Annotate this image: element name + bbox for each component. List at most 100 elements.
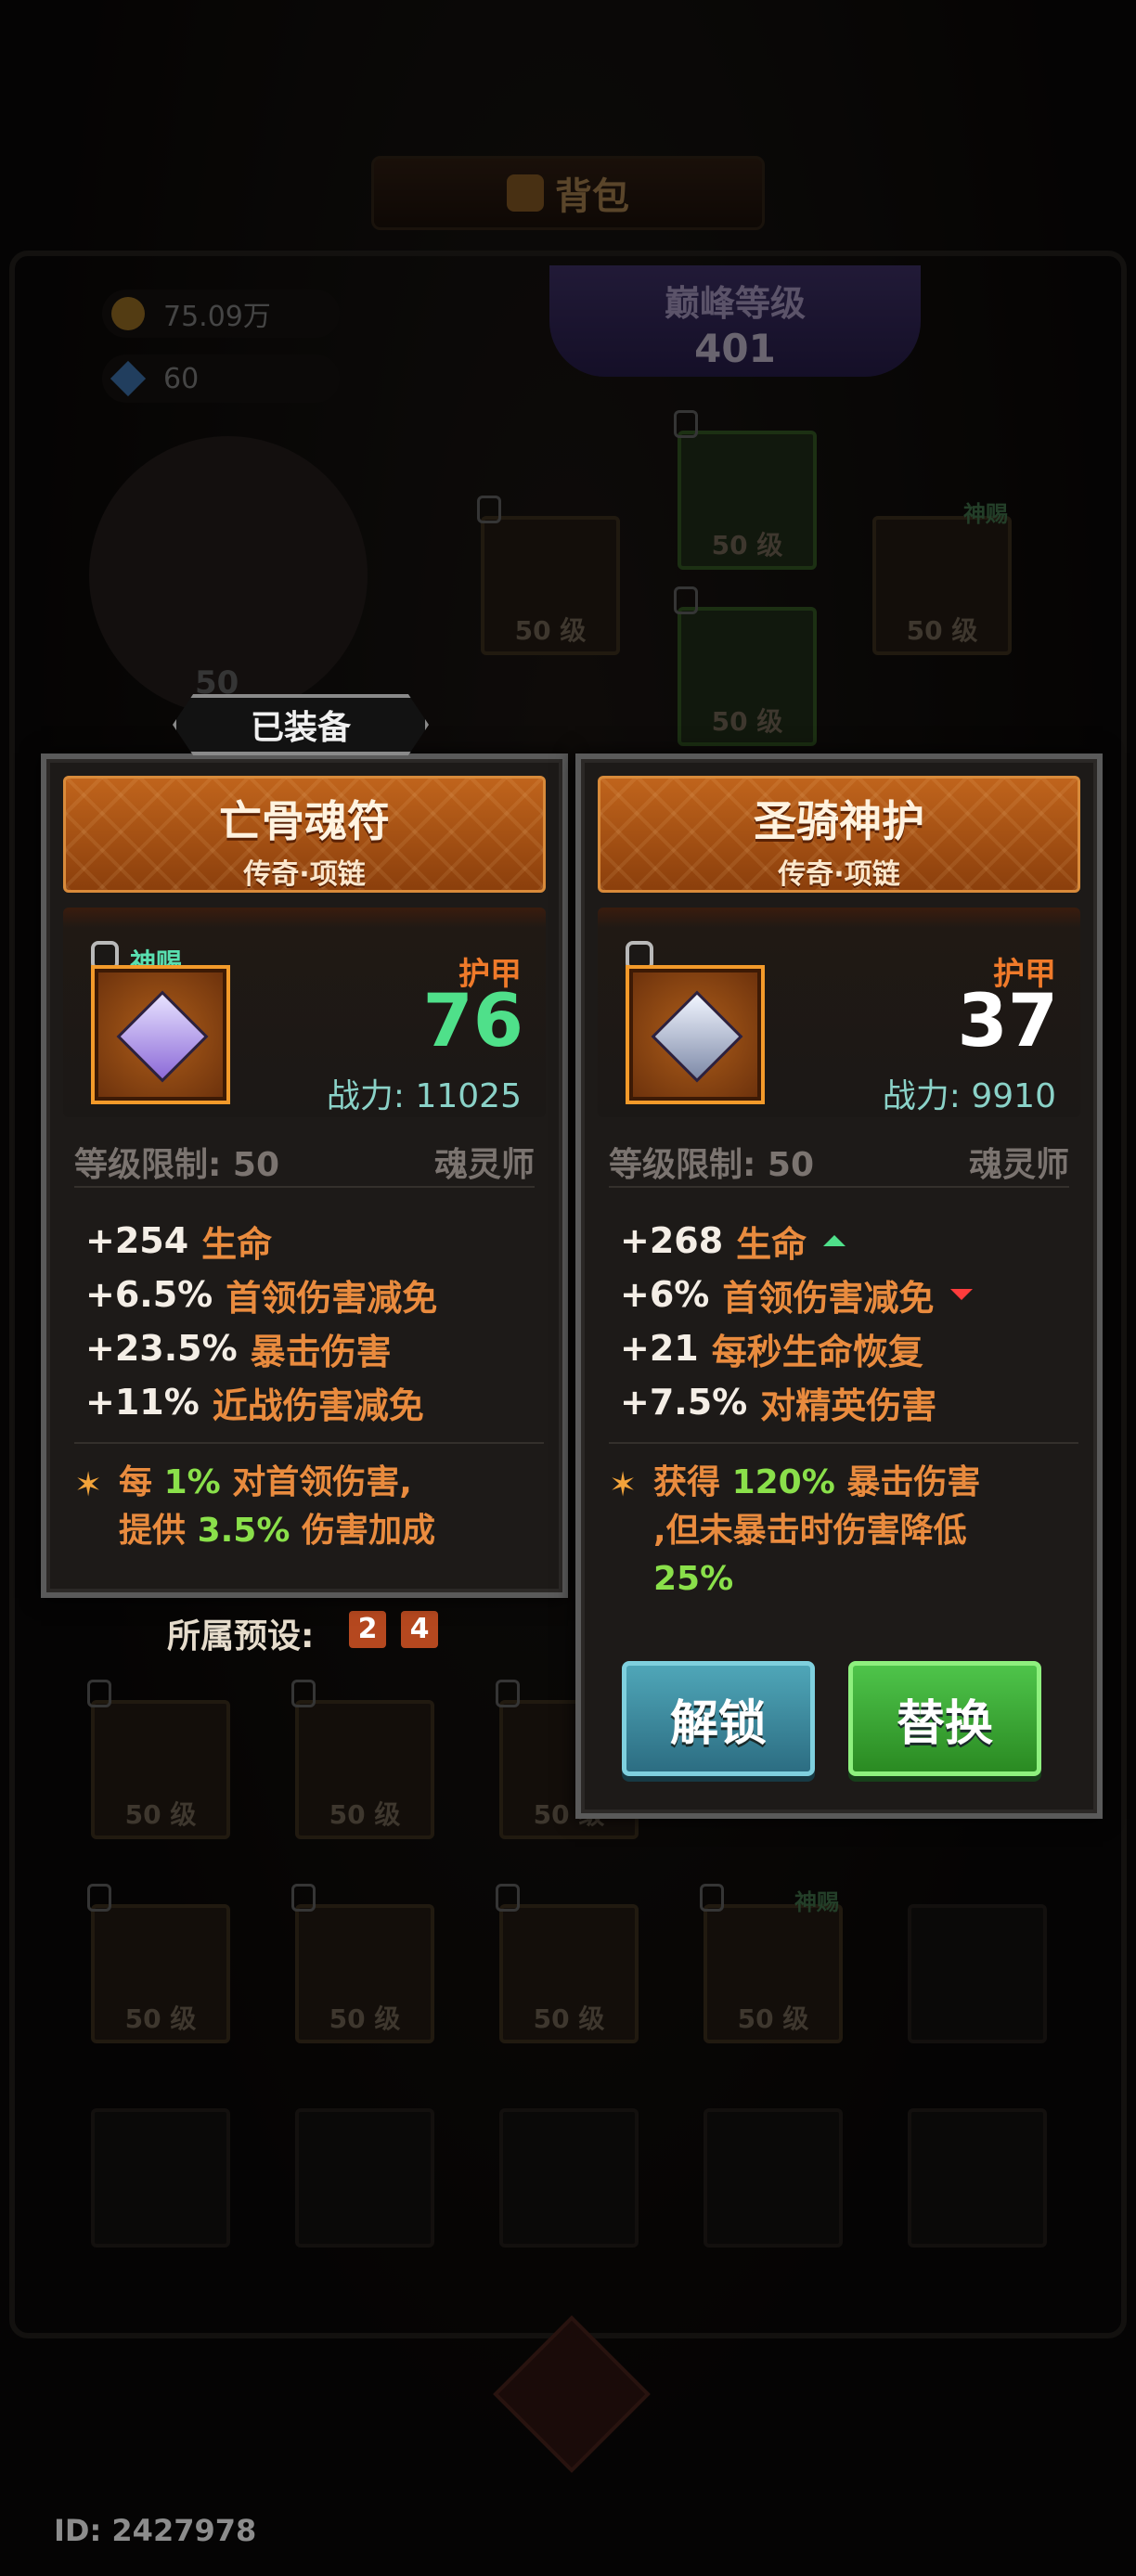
slot-level: 50 级	[124, 1799, 197, 1830]
inventory-slot[interactable]: 50 级	[87, 1884, 230, 2043]
peak-level-value: 401	[694, 326, 776, 371]
slot-badge: 神赐	[794, 1889, 839, 1915]
inventory-slot-empty[interactable]	[908, 2108, 1047, 2248]
lock-icon	[291, 1884, 316, 1912]
lock-icon	[700, 1884, 724, 1912]
player-id: ID: 2427978	[54, 2513, 257, 2548]
lock-icon	[291, 1680, 316, 1707]
item-name: 亡骨魂符	[219, 796, 390, 846]
power-rating: 战力: 11025	[326, 1077, 522, 1115]
equipment-slot[interactable]: 50 级	[477, 496, 620, 655]
inventory-slot[interactable]: 50 级	[496, 1884, 639, 2043]
requirement-row: 等级限制: 50 魂灵师	[609, 1138, 1069, 1188]
star-icon: ✶	[74, 1466, 103, 1504]
stat-value: +7.5%	[620, 1382, 748, 1423]
stat-row: +6.5% 首领伤害减免	[85, 1268, 437, 1321]
inventory-slot-empty[interactable]	[295, 2108, 434, 2248]
slot-badge: 神赐	[963, 501, 1008, 527]
inventory-slot-empty[interactable]	[704, 2108, 843, 2248]
stat-name: 生命	[736, 1223, 807, 1265]
gem-amount: 60	[163, 362, 200, 395]
special-effect-text: 获得 120% 暴击伤害 ,但未暴击时伤害降低 25%	[653, 1463, 981, 1598]
lock-icon	[87, 1680, 111, 1707]
item-header: 亡骨魂符 传奇·项链	[63, 776, 546, 893]
level-requirement: 等级限制: 50	[74, 1146, 280, 1184]
slot-level: 50 级	[711, 706, 783, 737]
stat-row: +11% 近战伤害减免	[85, 1375, 437, 1429]
preset-badge[interactable]: 2	[349, 1611, 386, 1648]
inventory-slot[interactable]: 50 级	[87, 1680, 230, 1839]
level-requirement: 等级限制: 50	[609, 1146, 815, 1184]
gem-icon	[110, 360, 147, 397]
equipped-tag: 已装备	[173, 694, 429, 755]
gem-counter: 60	[102, 354, 340, 403]
lock-icon	[496, 1884, 520, 1912]
special-effect-text: 每 1% 对首领伤害, 提供 3.5% 伤害加成	[119, 1463, 435, 1550]
stat-value: +21	[620, 1328, 699, 1369]
decrease-arrow-icon	[950, 1289, 974, 1300]
stat-name: 暴击伤害	[250, 1331, 392, 1372]
slot-level: 50 级	[906, 615, 978, 646]
stat-list: +268 生命 +6% 首领伤害减免 +21 每秒生命恢复 +7.5% 对精英伤害	[620, 1214, 974, 1429]
stat-name: 近战伤害减免	[212, 1385, 424, 1426]
stat-value: +6%	[620, 1274, 710, 1315]
stat-row: +6% 首领伤害减免	[620, 1268, 974, 1321]
compare-item-card: 圣骑神护 传奇·项链 护甲 37 战力: 9910 等级限制: 50 魂灵师 +…	[575, 753, 1103, 1819]
class-requirement: 魂灵师	[968, 1146, 1069, 1184]
preset-badge[interactable]: 4	[401, 1611, 438, 1648]
armor-value: 76	[422, 980, 523, 1063]
lock-icon	[496, 1680, 520, 1707]
stat-row: +268 生命	[620, 1214, 973, 1268]
stat-name: 首领伤害减免	[722, 1277, 935, 1319]
star-icon: ✶	[609, 1466, 638, 1504]
armor-value: 37	[957, 980, 1058, 1063]
preset-label: 所属预设:	[167, 1617, 315, 1655]
stat-list: +254 生命 +6.5% 首领伤害减免 +23.5% 暴击伤害 +11% 近战伤害减免	[85, 1214, 437, 1429]
slot-level: 50 级	[711, 530, 783, 560]
inventory-slot-empty[interactable]	[91, 2108, 230, 2248]
stat-name: 对精英伤害	[760, 1385, 937, 1426]
stat-value: +23.5%	[85, 1328, 238, 1369]
increase-arrow-icon	[823, 1235, 846, 1246]
bag-icon	[507, 174, 544, 212]
inventory-slot-empty[interactable]	[908, 1904, 1047, 2043]
equipped-item-card: 亡骨魂符 传奇·项链 神赐 护甲 76 战力: 11025 等级限制: 50 魂…	[41, 753, 568, 1598]
stat-row: +23.5% 暴击伤害	[85, 1321, 437, 1375]
bag-title: 背包	[555, 175, 629, 218]
inventory-slot-empty[interactable]	[499, 2108, 639, 2248]
peak-level-banner: 巅峰等级 401	[549, 265, 921, 377]
inventory-slot[interactable]: 神赐 50 级	[700, 1884, 843, 2043]
special-effect: ✶ 每 1% 对首领伤害, 提供 3.5% 伤害加成	[74, 1442, 544, 1555]
gold-amount: 75.09万	[163, 301, 271, 333]
replace-button[interactable]: 替换	[848, 1661, 1041, 1776]
stat-row: +254 生命	[85, 1214, 437, 1268]
slot-level: 50 级	[329, 1799, 401, 1830]
stat-name: 首领伤害减免	[226, 1277, 438, 1319]
item-info-panel: 护甲 37 战力: 9910	[598, 908, 1080, 1117]
item-name: 圣骑神护	[754, 796, 924, 846]
lock-icon	[674, 586, 698, 614]
equipment-slot[interactable]: 50 级	[674, 586, 817, 746]
stat-name: 生命	[201, 1223, 273, 1265]
coin-icon	[111, 297, 145, 330]
lock-icon	[477, 496, 501, 523]
slot-level: 50 级	[533, 2003, 605, 2034]
stat-value: +254	[85, 1220, 189, 1261]
class-requirement: 魂灵师	[433, 1146, 535, 1184]
requirement-row: 等级限制: 50 魂灵师	[74, 1138, 535, 1188]
stat-row: +21 每秒生命恢复	[620, 1321, 973, 1375]
inventory-slot[interactable]: 50 级	[291, 1884, 434, 2043]
item-rarity-type: 传奇·项链	[778, 858, 900, 891]
inventory-slot[interactable]: 50 级	[291, 1680, 434, 1839]
item-header: 圣骑神护 传奇·项链	[598, 776, 1080, 893]
slot-level: 50 级	[329, 2003, 401, 2034]
equipment-slot[interactable]: 神赐 50 级	[872, 501, 1012, 655]
slot-level: 50 级	[737, 2003, 809, 2034]
stat-value: +6.5%	[85, 1274, 213, 1315]
slot-level: 50 级	[514, 615, 587, 646]
stat-name: 每秒生命恢复	[711, 1331, 923, 1372]
power-rating: 战力: 9910	[882, 1077, 1056, 1115]
unlock-button[interactable]: 解锁	[622, 1661, 815, 1776]
equipment-slot[interactable]: 50 级	[674, 410, 817, 570]
stat-row: +7.5% 对精英伤害	[620, 1375, 973, 1429]
